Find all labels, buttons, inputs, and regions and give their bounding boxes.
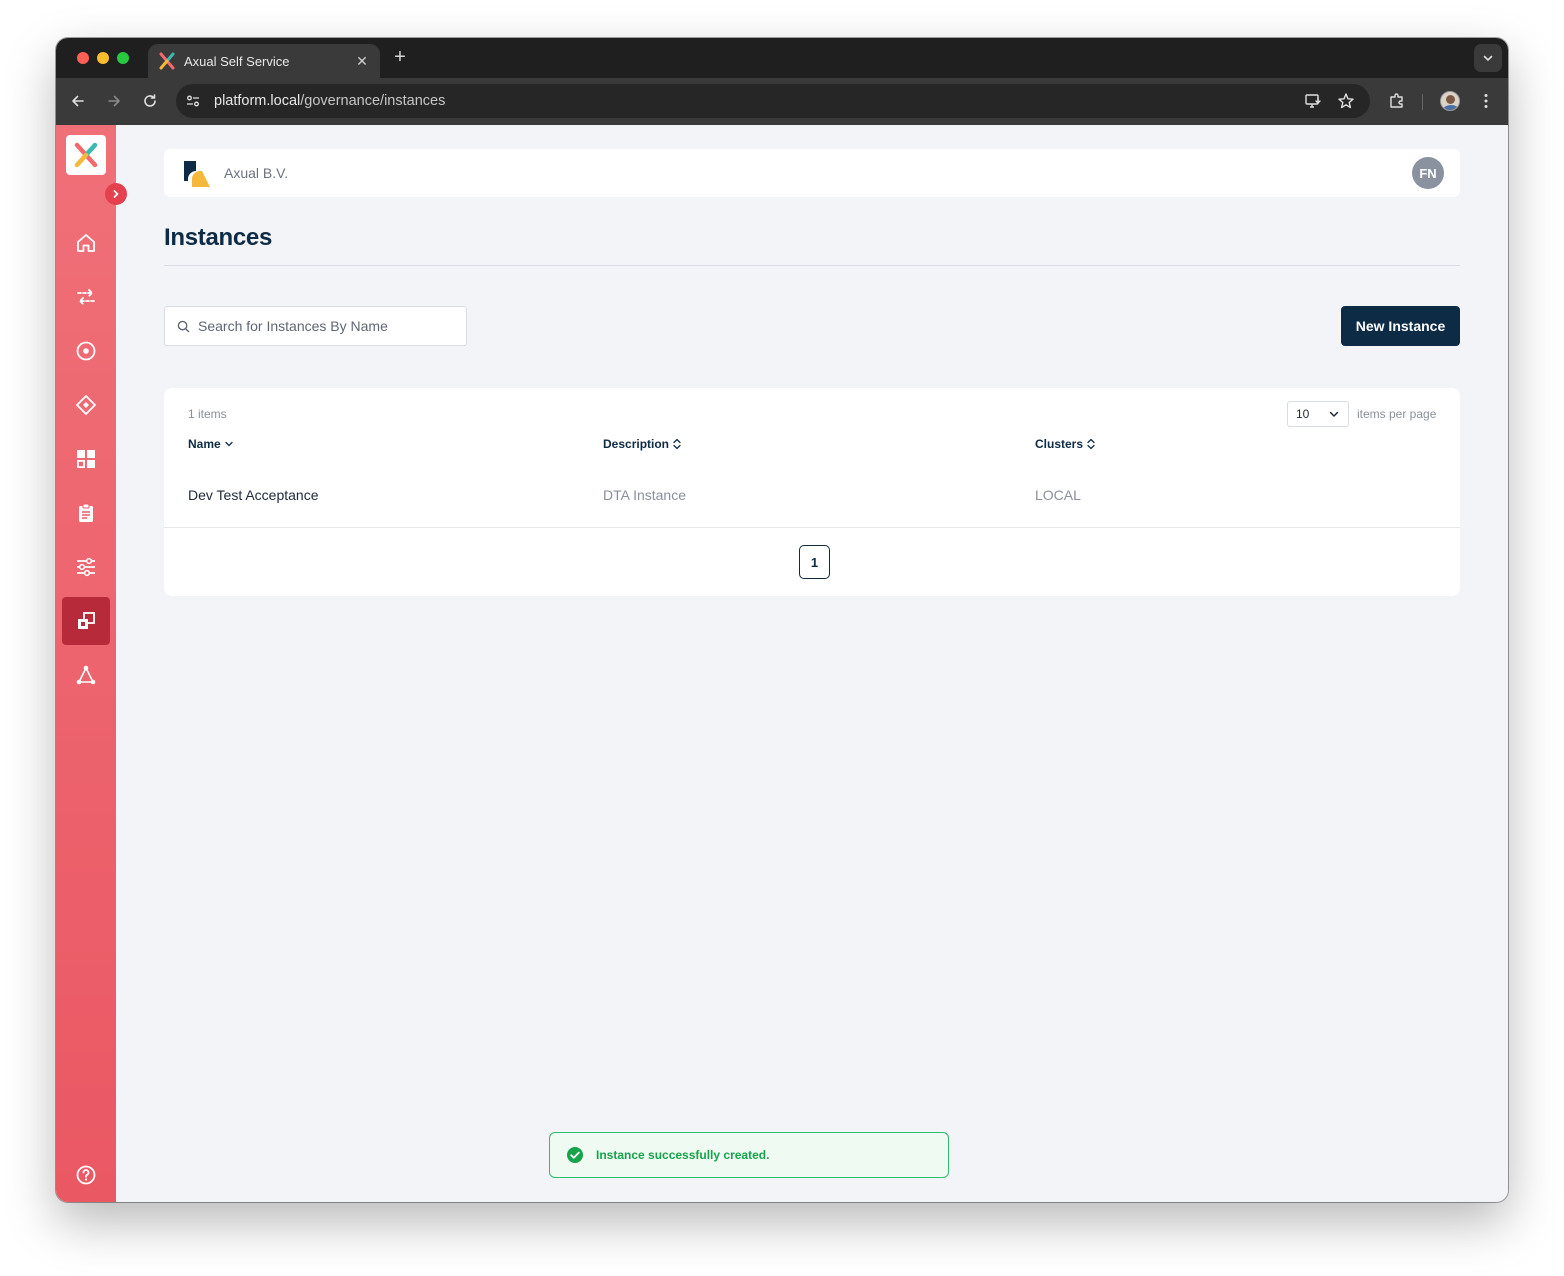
sliders-icon bbox=[77, 557, 95, 577]
tune-icon bbox=[187, 95, 199, 107]
reload-button[interactable] bbox=[139, 90, 161, 112]
search-icon bbox=[177, 320, 190, 332]
profile-avatar bbox=[1440, 91, 1460, 111]
sidebar-item-settings[interactable] bbox=[62, 543, 110, 591]
bookmark-button[interactable] bbox=[1335, 90, 1357, 112]
url-text[interactable]: platform.local/governance/instances bbox=[214, 93, 445, 109]
site-info-button[interactable] bbox=[180, 88, 206, 114]
items-per-page-select[interactable]: 10 bbox=[1287, 401, 1349, 427]
star-icon bbox=[1338, 93, 1354, 109]
axual-logo[interactable] bbox=[66, 135, 106, 175]
new-tab-button[interactable]: + bbox=[390, 46, 410, 69]
puzzle-icon bbox=[1390, 93, 1403, 108]
axual-favicon-icon bbox=[159, 52, 175, 70]
arrow-right-icon bbox=[108, 95, 120, 107]
maximize-window-button[interactable] bbox=[117, 52, 129, 64]
url-host: platform.local bbox=[214, 93, 301, 109]
org-logo-icon bbox=[182, 159, 210, 187]
sidebar-item-help[interactable] bbox=[62, 1151, 110, 1199]
tab-strip: Axual Self Service ✕ + bbox=[56, 38, 1508, 78]
extensions-button[interactable] bbox=[1386, 90, 1408, 112]
arrow-left-icon bbox=[72, 95, 84, 107]
chevron-down-icon bbox=[1483, 55, 1493, 62]
sort-icon bbox=[673, 438, 681, 450]
sidebar-item-home[interactable] bbox=[62, 219, 110, 267]
install-app-button[interactable] bbox=[1302, 90, 1324, 112]
items-per-page-label: items per page bbox=[1357, 407, 1437, 421]
reload-icon bbox=[144, 94, 156, 107]
table-row-description: DTA Instance bbox=[603, 487, 687, 503]
grid-icon bbox=[77, 450, 95, 468]
search-input[interactable] bbox=[198, 318, 448, 334]
streams-icon bbox=[77, 289, 95, 305]
browser-menu-button[interactable] bbox=[1475, 90, 1497, 112]
column-header-name[interactable]: Name bbox=[188, 437, 234, 451]
sidebar-item-streams[interactable] bbox=[62, 273, 110, 321]
browser-window: Axual Self Service ✕ + platform.local/go… bbox=[56, 38, 1508, 1202]
network-icon bbox=[76, 665, 96, 685]
sidebar-item-instances[interactable] bbox=[62, 597, 110, 645]
table-row-name[interactable]: Dev Test Acceptance bbox=[188, 487, 318, 503]
address-bar[interactable]: platform.local/governance/instances bbox=[176, 84, 1370, 118]
items-count: 1 items bbox=[188, 407, 227, 421]
sidebar-expand-button[interactable] bbox=[105, 183, 127, 205]
toast-message: Instance successfully created. bbox=[596, 1148, 770, 1162]
tab-search-button[interactable] bbox=[1474, 44, 1502, 72]
target-icon bbox=[76, 341, 96, 361]
table-row-clusters: LOCAL bbox=[1035, 487, 1081, 503]
clipboard-icon bbox=[79, 503, 93, 522]
app-header: Axual B.V. FN bbox=[164, 149, 1460, 197]
close-window-button[interactable] bbox=[77, 52, 89, 64]
sort-icon bbox=[1087, 438, 1095, 450]
sidebar-item-applications[interactable] bbox=[62, 327, 110, 375]
title-divider bbox=[164, 265, 1460, 266]
diamond-icon bbox=[76, 395, 96, 415]
chevron-right-icon bbox=[113, 190, 119, 198]
chevron-down-icon bbox=[1329, 411, 1339, 418]
items-per-page-value: 10 bbox=[1296, 407, 1310, 421]
help-icon bbox=[76, 1165, 96, 1185]
profile-button[interactable] bbox=[1439, 90, 1461, 112]
column-header-clusters[interactable]: Clusters bbox=[1035, 437, 1096, 451]
user-avatar[interactable]: FN bbox=[1412, 157, 1444, 189]
pagination-page-1[interactable]: 1 bbox=[799, 545, 830, 579]
tab-title: Axual Self Service bbox=[184, 53, 290, 69]
new-instance-button[interactable]: New Instance bbox=[1341, 306, 1460, 346]
org-name: Axual B.V. bbox=[224, 165, 289, 181]
column-header-description-label: Description bbox=[603, 437, 670, 451]
instances-table: 1 items 10 items per page Name Descripti… bbox=[164, 388, 1460, 596]
forward-button[interactable] bbox=[103, 90, 125, 112]
column-header-description[interactable]: Description bbox=[603, 437, 682, 451]
sidebar bbox=[56, 125, 116, 1202]
url-path: /governance/instances bbox=[300, 93, 446, 109]
main-content: Axual B.V. FN Instances New Instance 1 i… bbox=[164, 149, 1460, 596]
app-viewport: Axual B.V. FN Instances New Instance 1 i… bbox=[56, 125, 1508, 1202]
browser-tab-active[interactable]: Axual Self Service ✕ bbox=[148, 44, 380, 78]
axual-logo-icon bbox=[74, 142, 98, 168]
home-icon bbox=[77, 234, 95, 252]
actions-row: New Instance bbox=[164, 306, 1460, 346]
sort-desc-icon bbox=[225, 441, 233, 447]
table-divider bbox=[164, 527, 1460, 528]
success-toast: Instance successfully created. bbox=[549, 1132, 949, 1178]
browser-toolbar: platform.local/governance/instances bbox=[56, 78, 1508, 125]
sidebar-item-dashboard[interactable] bbox=[62, 435, 110, 483]
minimize-window-button[interactable] bbox=[97, 52, 109, 64]
instances-icon bbox=[78, 612, 95, 629]
sidebar-item-schemas[interactable] bbox=[62, 381, 110, 429]
back-button[interactable] bbox=[67, 90, 89, 112]
column-header-clusters-label: Clusters bbox=[1035, 437, 1084, 451]
check-circle-icon bbox=[567, 1147, 583, 1163]
install-icon bbox=[1305, 94, 1321, 108]
column-header-name-label: Name bbox=[188, 437, 221, 451]
toolbar-separator bbox=[1422, 94, 1423, 110]
tab-close-icon[interactable]: ✕ bbox=[354, 53, 370, 70]
sidebar-item-clusters[interactable] bbox=[62, 651, 110, 699]
search-field[interactable] bbox=[164, 306, 467, 346]
sidebar-item-reports[interactable] bbox=[62, 489, 110, 537]
page-title: Instances bbox=[164, 224, 273, 251]
more-vertical-icon bbox=[1484, 94, 1488, 108]
